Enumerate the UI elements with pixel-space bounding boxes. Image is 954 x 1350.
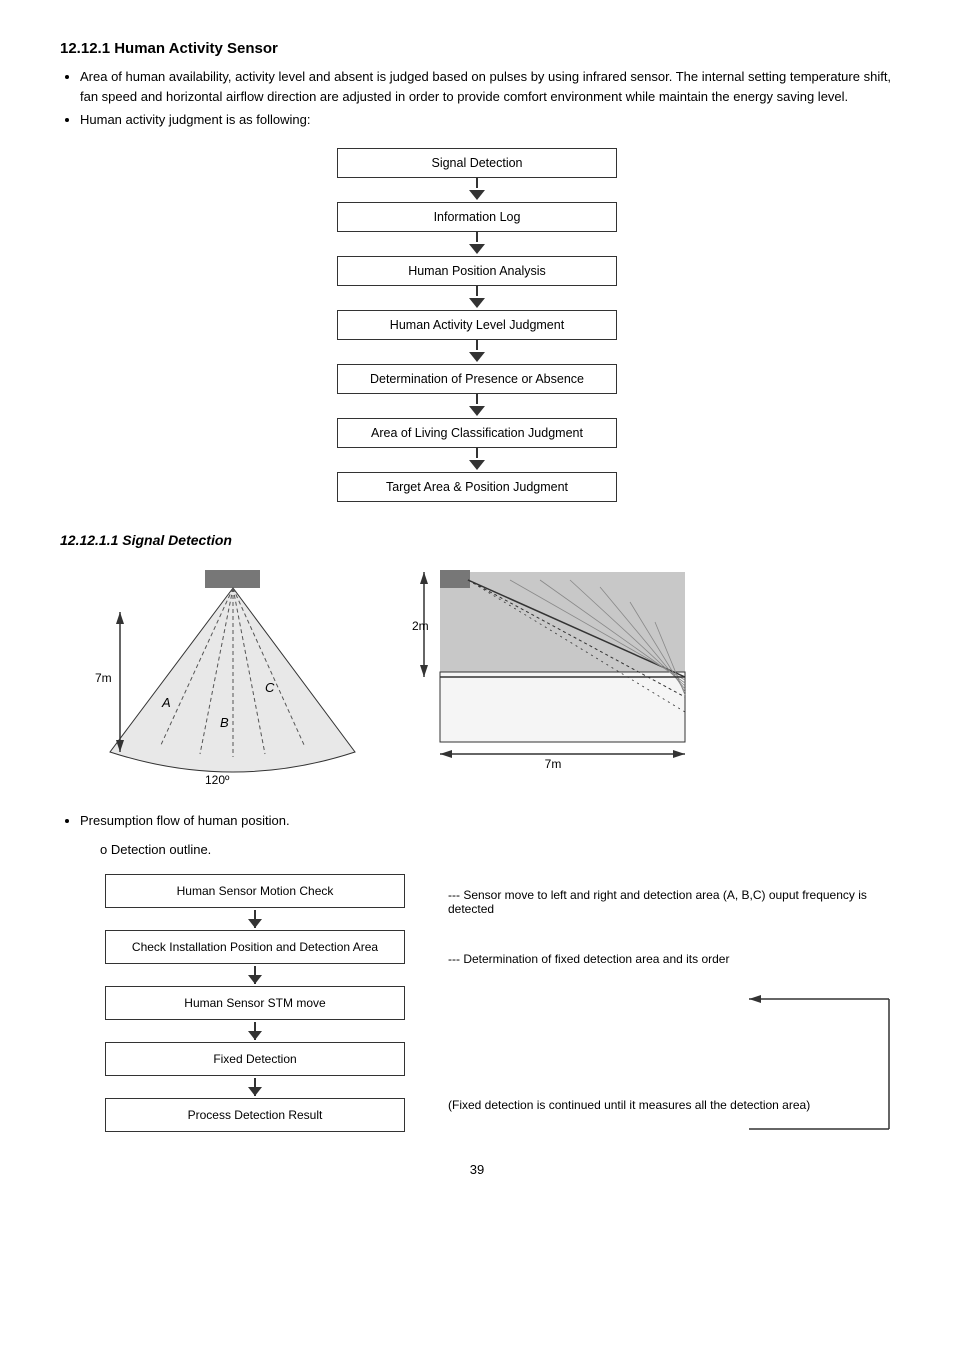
arr-left-side bbox=[440, 750, 452, 758]
flow-arrow-4 bbox=[469, 406, 485, 416]
note-dash-0: --- bbox=[448, 888, 463, 902]
flow-line-5 bbox=[476, 448, 478, 458]
det-box-4: Process Detection Result bbox=[105, 1098, 405, 1132]
flow-arrow-2 bbox=[469, 298, 485, 308]
flow-box-6: Target Area & Position Judgment bbox=[337, 472, 617, 502]
feedback-arr-top bbox=[749, 995, 761, 1003]
page-number: 39 bbox=[60, 1162, 894, 1177]
det-box-0: Human Sensor Motion Check bbox=[105, 874, 405, 908]
bullet-1: Area of human availability, activity lev… bbox=[80, 67, 894, 106]
note-1: --- Determination of fixed detection are… bbox=[448, 952, 894, 966]
note-dash-1: --- bbox=[448, 952, 463, 966]
flow-box-3: Human Activity Level Judgment bbox=[337, 310, 617, 340]
floor-area bbox=[440, 672, 685, 742]
detection-flowchart: Human Sensor Motion Check Check Installa… bbox=[80, 874, 894, 1132]
subsection-title: 12.12.1.1 Signal Detection bbox=[60, 532, 894, 548]
flow-line-4 bbox=[476, 394, 478, 404]
flow-line-0 bbox=[476, 178, 478, 188]
side-diagram-container: 2m 7m bbox=[410, 562, 690, 775]
note-text-1: Determination of fixed detection area an… bbox=[463, 952, 729, 966]
2m-label: 2m bbox=[412, 619, 429, 633]
bullet-2: Human activity judgment is as following: bbox=[80, 110, 894, 130]
det-box-3: Fixed Detection bbox=[105, 1042, 405, 1076]
det-arrow-1 bbox=[254, 966, 256, 984]
flow-arrow-1 bbox=[469, 244, 485, 254]
note-text-0: Sensor move to left and right and detect… bbox=[448, 888, 867, 916]
det-box-2: Human Sensor STM move bbox=[105, 986, 405, 1020]
detection-sub-list: Detection outline. bbox=[100, 840, 894, 860]
det-arrow-3 bbox=[254, 1078, 256, 1096]
det-box-1: Check Installation Position and Detectio… bbox=[105, 930, 405, 964]
flow-line-3 bbox=[476, 340, 478, 350]
sensor-box-side bbox=[440, 570, 470, 588]
fan-diagram-svg: A B C 7m 120º bbox=[90, 562, 380, 792]
flow-line-2 bbox=[476, 286, 478, 296]
side-diagram-svg: 2m 7m bbox=[410, 562, 690, 772]
det-arrow-0 bbox=[254, 910, 256, 928]
det-arrow-2 bbox=[254, 1022, 256, 1040]
zone-b-label: B bbox=[220, 715, 229, 730]
7m-label-side: 7m bbox=[545, 757, 562, 771]
flow-arrow-5 bbox=[469, 460, 485, 470]
arrow-up bbox=[116, 612, 124, 624]
zone-c-label: C bbox=[265, 680, 275, 695]
detection-flow-right: --- Sensor move to left and right and de… bbox=[448, 874, 894, 1114]
arr-dn-side bbox=[420, 665, 428, 677]
feedback-arrow-svg bbox=[749, 989, 909, 1149]
flow-line-1 bbox=[476, 232, 478, 242]
section-title: 12.12.1 Human Activity Sensor bbox=[60, 40, 894, 57]
detection-sub-1: Detection outline. bbox=[100, 840, 894, 860]
section-bullets: Area of human availability, activity lev… bbox=[80, 67, 894, 130]
fan-diagram-container: A B C 7m 120º bbox=[90, 562, 380, 795]
sensor-box bbox=[205, 570, 260, 588]
flow-box-0: Signal Detection bbox=[337, 148, 617, 178]
presumption-bullets: Presumption flow of human position. bbox=[80, 811, 894, 831]
zone-a-label: A bbox=[161, 695, 171, 710]
height-label: 7m bbox=[95, 671, 112, 685]
flow-arrow-3 bbox=[469, 352, 485, 362]
detection-flow-left: Human Sensor Motion Check Check Installa… bbox=[80, 874, 430, 1132]
flow-box-1: Information Log bbox=[337, 202, 617, 232]
angle-label: 120º bbox=[205, 773, 230, 787]
flow-arrow-0 bbox=[469, 190, 485, 200]
flow-box-2: Human Position Analysis bbox=[337, 256, 617, 286]
signal-detection-diagrams: A B C 7m 120º bbox=[90, 562, 894, 795]
note-0: --- Sensor move to left and right and de… bbox=[448, 888, 894, 916]
main-flowchart: Signal Detection Information Log Human P… bbox=[60, 148, 894, 502]
arr-right-side bbox=[673, 750, 685, 758]
flow-box-5: Area of Living Classification Judgment bbox=[337, 418, 617, 448]
arr-up-side bbox=[420, 572, 428, 584]
presumption-bullet-1: Presumption flow of human position. bbox=[80, 811, 894, 831]
flow-box-4: Determination of Presence or Absence bbox=[337, 364, 617, 394]
main-flowchart-inner: Signal Detection Information Log Human P… bbox=[317, 148, 637, 502]
